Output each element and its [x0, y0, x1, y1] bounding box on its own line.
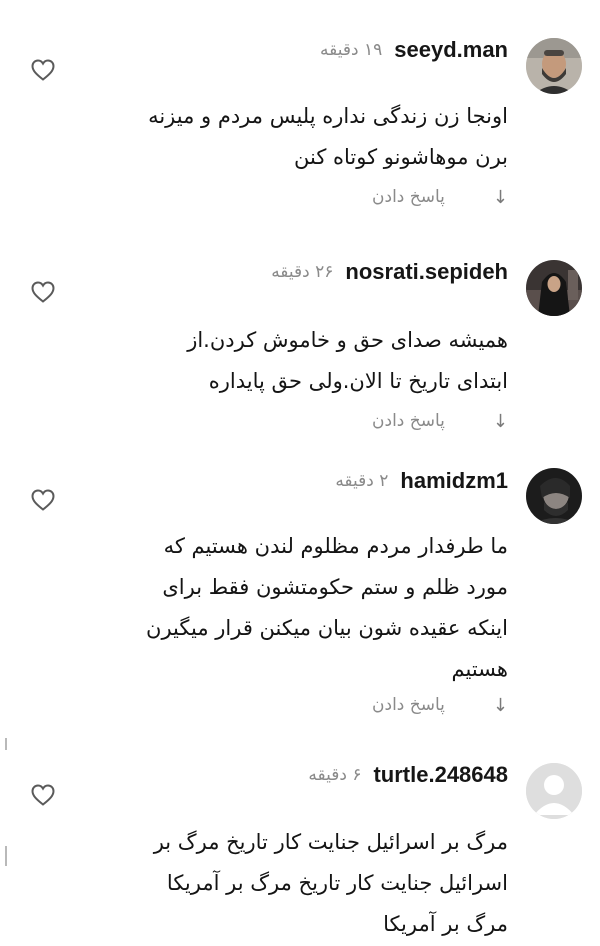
heart-outline-icon[interactable] [30, 783, 56, 807]
comment-item: ۶ دقیقه turtle.248648 مرگ بر اسرائیل جنا… [0, 0, 600, 946]
comment-username[interactable]: turtle.248648 [373, 762, 508, 788]
comment-text-line: مرگ بر آمریکا [383, 912, 508, 936]
comment-time: ۶ دقیقه [308, 765, 362, 785]
comment-text: مرگ بر اسرائیل جنایت کار تاریخ مرگ بر اس… [78, 822, 508, 945]
comment-header: ۶ دقیقه turtle.248648 [308, 760, 508, 790]
comment-text-line: اسرائیل جنایت کار تاریخ مرگ بر آمریکا [166, 871, 508, 895]
comments-screen: ۱۹ دقیقه seeyd.man اونجا زن زندگی نداره … [0, 0, 600, 946]
user-avatar[interactable] [526, 763, 582, 819]
comment-text-line: مرگ بر اسرائیل جنایت کار تاریخ مرگ بر [153, 830, 508, 854]
default-user-avatar [526, 763, 582, 819]
